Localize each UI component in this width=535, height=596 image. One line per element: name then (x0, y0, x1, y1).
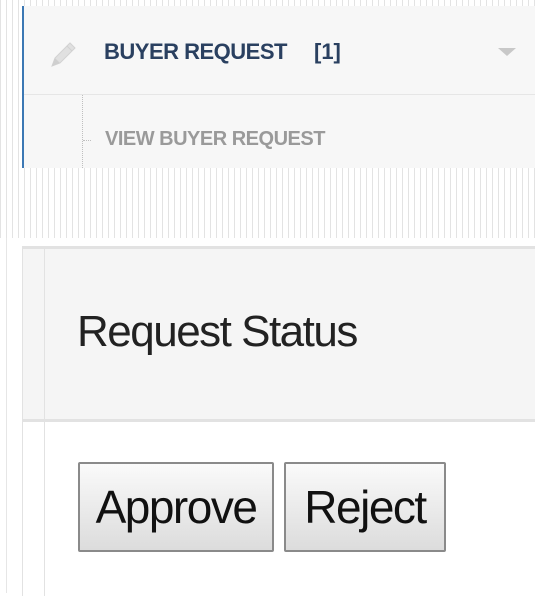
caret-down-icon[interactable] (498, 48, 516, 56)
panel-header: Request Status (23, 249, 535, 422)
approve-button[interactable]: Approve (78, 462, 274, 552)
left-gutter-divider (6, 238, 7, 593)
page-title: Request Status (77, 307, 358, 356)
sidebar-menu: BUYER REQUEST [1] VIEW BUYER REQUEST (22, 6, 535, 168)
tree-connector-branch (83, 140, 91, 141)
sidebar-subitem-view-buyer-request[interactable]: VIEW BUYER REQUEST (24, 95, 535, 168)
pencil-icon (51, 42, 76, 67)
panel-body: Approve Reject (23, 422, 535, 596)
reject-button[interactable]: Reject (284, 462, 446, 552)
sidebar-item-label: BUYER REQUEST (104, 39, 287, 64)
sidebar-item-buyer-request[interactable]: BUYER REQUEST [1] (24, 6, 535, 95)
panel-divider (44, 249, 45, 419)
sidebar-item-count-badge: [1] (314, 39, 341, 64)
sidebar-menu-area: BUYER REQUEST [1] VIEW BUYER REQUEST (0, 0, 535, 238)
sidebar-subitem-label: VIEW BUYER REQUEST (105, 128, 325, 150)
request-status-panel: Request Status Approve Reject (22, 246, 535, 596)
panel-divider (44, 422, 45, 596)
tree-connector-line (82, 95, 83, 168)
